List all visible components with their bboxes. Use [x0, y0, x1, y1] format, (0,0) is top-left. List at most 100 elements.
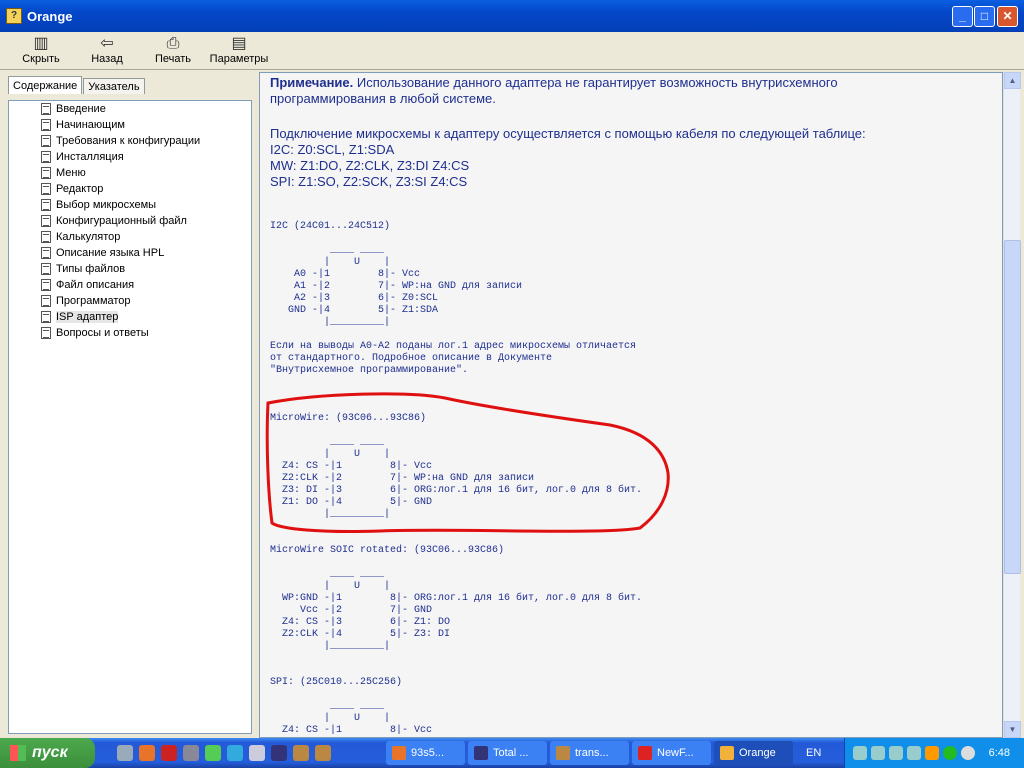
- scroll-down-button[interactable]: ▼: [1004, 721, 1021, 738]
- tree-item[interactable]: Файл описания: [9, 277, 251, 293]
- tree-item[interactable]: Редактор: [9, 181, 251, 197]
- print-icon: ⎙: [166, 35, 180, 52]
- document-icon: [41, 119, 51, 131]
- tree-item-label: Калькулятор: [56, 231, 121, 243]
- back-label: Назад: [91, 53, 123, 65]
- windows-logo-icon: [10, 745, 26, 761]
- tree-item[interactable]: Вопросы и ответы: [9, 325, 251, 341]
- tree-item[interactable]: Программатор: [9, 293, 251, 309]
- floppy-icon: [474, 746, 488, 760]
- back-icon: ⇦: [100, 35, 114, 52]
- print-label: Печать: [154, 53, 192, 65]
- network-icon-2[interactable]: [871, 746, 885, 760]
- task-label: Total ...: [493, 747, 529, 759]
- tree-item-label: Начинающим: [56, 119, 125, 131]
- tree-item-label: Файл описания: [56, 279, 135, 291]
- firefox-icon: [392, 746, 406, 760]
- maximize-button[interactable]: □: [974, 6, 995, 27]
- document-icon: [41, 151, 51, 163]
- document-icon: [41, 279, 51, 291]
- phone-icon[interactable]: [249, 745, 265, 761]
- tree-item-label: Конфигурационный файл: [56, 215, 187, 227]
- task-label: NewF...: [657, 747, 694, 759]
- tree-item[interactable]: Меню: [9, 165, 251, 181]
- hide-label: Скрыть: [22, 53, 60, 65]
- firefox-icon[interactable]: [139, 745, 155, 761]
- network-icon[interactable]: [853, 746, 867, 760]
- minimize-button[interactable]: _: [952, 6, 973, 27]
- system-tray: 6:48: [844, 738, 1024, 768]
- task-total-commander[interactable]: Total ...: [468, 741, 547, 765]
- tree-item[interactable]: Типы файлов: [9, 261, 251, 277]
- task-newf[interactable]: NewF...: [632, 741, 711, 765]
- tree-item[interactable]: Описание языка HPL: [9, 245, 251, 261]
- document-icon: [41, 295, 51, 307]
- hide-icon: ▥: [33, 35, 49, 52]
- disc-icon[interactable]: [183, 745, 199, 761]
- task-label: trans...: [575, 747, 609, 759]
- tool-icon-2[interactable]: [315, 745, 331, 761]
- content-scrollbar[interactable]: ▲ ▼: [1003, 72, 1021, 738]
- tree-item[interactable]: Калькулятор: [9, 229, 251, 245]
- document-icon: [41, 311, 51, 323]
- tab-index[interactable]: Указатель: [83, 78, 145, 94]
- scroll-up-button[interactable]: ▲: [1004, 72, 1021, 89]
- document-icon: [41, 263, 51, 275]
- tree-item-label: Введение: [56, 103, 106, 115]
- tree-item[interactable]: Требования к конфигурации: [9, 133, 251, 149]
- tree-item-label: Программатор: [56, 295, 131, 307]
- task-firefox[interactable]: 93s5...: [386, 741, 465, 765]
- tool-icon[interactable]: [293, 745, 309, 761]
- tree-item-label: Меню: [56, 167, 86, 179]
- start-button[interactable]: пуск: [0, 738, 95, 768]
- app-icon[interactable]: [161, 745, 177, 761]
- document-icon: [41, 135, 51, 147]
- flower-icon[interactable]: [205, 745, 221, 761]
- tray-app-icon[interactable]: [907, 746, 921, 760]
- options-button[interactable]: ▤ Параметры: [206, 32, 272, 69]
- quick-launch: [117, 745, 386, 761]
- recycle-bin-icon[interactable]: [117, 745, 133, 761]
- tree-item-label: Инсталляция: [56, 151, 124, 163]
- tree-item[interactable]: ISP адаптер: [9, 309, 251, 325]
- start-label: пуск: [32, 744, 68, 761]
- app-icon: [638, 746, 652, 760]
- title-bar: ? Orange _ □ ✕: [0, 0, 1024, 32]
- tree-item[interactable]: Инсталляция: [9, 149, 251, 165]
- tree-item[interactable]: Конфигурационный файл: [9, 213, 251, 229]
- back-button[interactable]: ⇦ Назад: [74, 32, 140, 69]
- document-icon: [41, 327, 51, 339]
- tab-contents[interactable]: Содержание: [8, 76, 83, 94]
- document-icon: [41, 183, 51, 195]
- document-icon: [41, 247, 51, 259]
- contents-tree: Введение Начинающим Требования к конфигура…: [8, 100, 252, 734]
- tray-app-icon-3[interactable]: [961, 746, 975, 760]
- hide-button[interactable]: ▥ Скрыть: [8, 32, 74, 69]
- print-button[interactable]: ⎙ Печать: [140, 32, 206, 69]
- tool-icon: [556, 746, 570, 760]
- options-label: Параметры: [209, 53, 269, 65]
- tree-item-label: Типы файлов: [56, 263, 126, 275]
- document-icon: [41, 215, 51, 227]
- window-title: Orange: [27, 8, 73, 24]
- globe-icon[interactable]: [227, 745, 243, 761]
- tray-app-icon-2[interactable]: [925, 746, 939, 760]
- tree-item[interactable]: Выбор микросхемы: [9, 197, 251, 213]
- volume-icon[interactable]: [889, 746, 903, 760]
- scroll-thumb[interactable]: [1004, 240, 1021, 574]
- tree-item-label: Вопросы и ответы: [56, 327, 149, 339]
- help-icon: [720, 746, 734, 760]
- document-icon: [41, 103, 51, 115]
- task-orange[interactable]: Orange: [714, 741, 793, 765]
- tree-item[interactable]: Начинающим: [9, 117, 251, 133]
- tree-item[interactable]: Введение: [9, 101, 251, 117]
- document-icon: [41, 167, 51, 179]
- help-content: Примечание. Использование данного адапте…: [259, 72, 1003, 738]
- language-indicator[interactable]: EN: [806, 747, 836, 759]
- close-button[interactable]: ✕: [997, 6, 1018, 27]
- floppy-icon[interactable]: [271, 745, 287, 761]
- document-icon: [41, 231, 51, 243]
- task-trans[interactable]: trans...: [550, 741, 629, 765]
- icq-icon[interactable]: [943, 746, 957, 760]
- tree-item-label: Выбор микросхемы: [56, 199, 157, 211]
